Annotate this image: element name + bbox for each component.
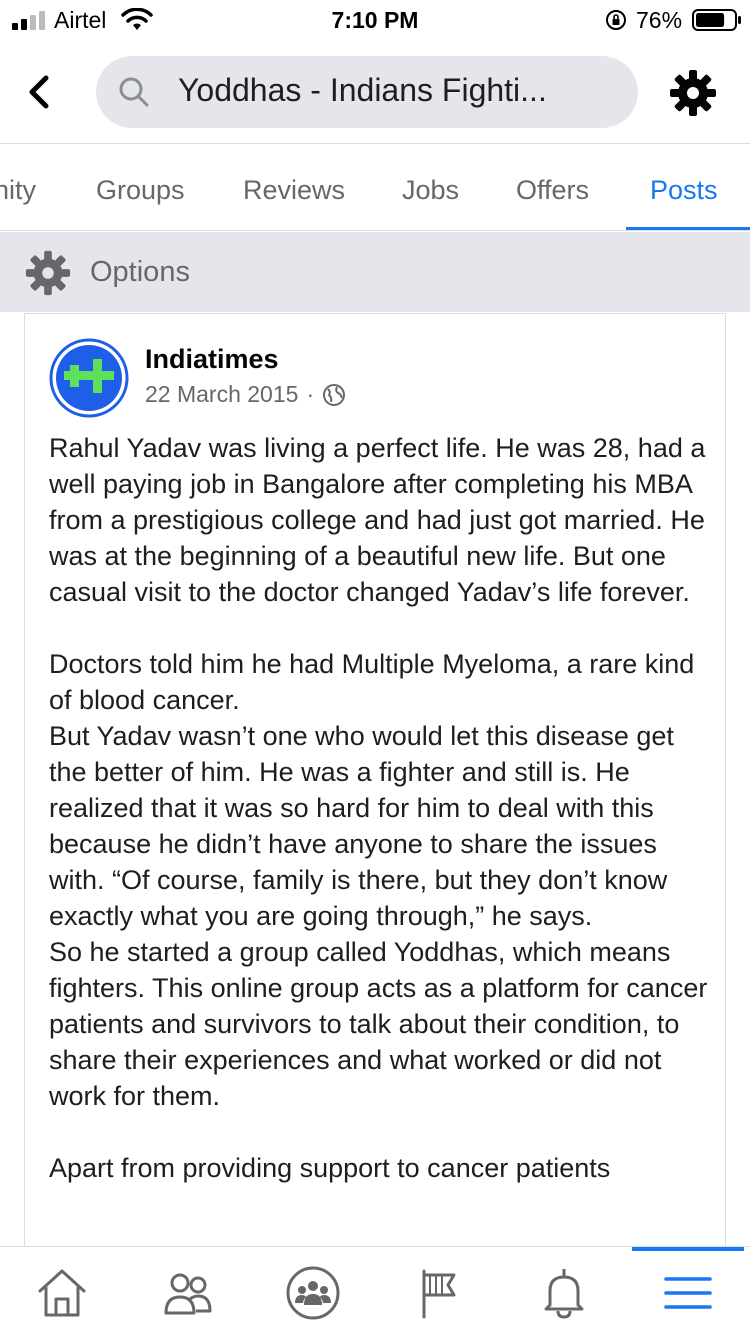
chevron-left-icon[interactable] bbox=[20, 70, 60, 114]
home-icon[interactable] bbox=[34, 1265, 90, 1321]
friends-icon[interactable] bbox=[160, 1265, 216, 1321]
post-body: Rahul Yadav was living a perfect life. H… bbox=[49, 430, 709, 1186]
post-paragraph: Rahul Yadav was living a perfect life. H… bbox=[49, 433, 706, 607]
page-tabs: nity Groups Reviews Jobs Offers Posts bbox=[0, 145, 750, 231]
globe-icon bbox=[323, 383, 346, 406]
post-meta: 22 March 2015 · bbox=[145, 381, 346, 408]
search-bar[interactable]: Yoddhas - Indians Fighti... bbox=[96, 56, 638, 128]
status-bar: Airtel 7:10 PM 76% bbox=[0, 0, 750, 40]
avatar[interactable] bbox=[49, 338, 129, 418]
tab-offers[interactable]: Offers bbox=[516, 175, 589, 206]
tab-groups[interactable]: Groups bbox=[96, 175, 185, 206]
post-date[interactable]: 22 March 2015 bbox=[145, 381, 298, 408]
options-button[interactable]: Options bbox=[0, 232, 750, 312]
orientation-lock-icon bbox=[606, 10, 626, 30]
meta-separator: · bbox=[306, 381, 315, 407]
gear-icon[interactable] bbox=[668, 68, 718, 118]
post-card: Indiatimes 22 March 2015 · Rahul Yadav w… bbox=[24, 313, 726, 1253]
active-tab-indicator bbox=[626, 227, 750, 230]
pages-flag-icon[interactable] bbox=[410, 1265, 466, 1321]
gear-icon bbox=[25, 250, 71, 296]
post-paragraph: Doctors told him he had Multiple Myeloma… bbox=[49, 649, 708, 1111]
menu-icon[interactable] bbox=[660, 1265, 716, 1321]
tab-reviews[interactable]: Reviews bbox=[243, 175, 345, 206]
bottom-nav bbox=[0, 1246, 750, 1334]
battery-icon bbox=[692, 9, 741, 31]
battery-percent: 76% bbox=[636, 7, 683, 33]
groups-icon[interactable] bbox=[285, 1265, 341, 1321]
options-label: Options bbox=[90, 256, 190, 288]
search-icon bbox=[119, 77, 149, 107]
post-paragraph: Apart from providing support to cancer p… bbox=[49, 1153, 611, 1183]
tab-community[interactable]: nity bbox=[0, 175, 36, 206]
active-nav-indicator bbox=[632, 1247, 744, 1251]
notifications-bell-icon[interactable] bbox=[536, 1265, 592, 1321]
tab-posts[interactable]: Posts bbox=[650, 175, 718, 206]
tab-jobs[interactable]: Jobs bbox=[402, 175, 459, 206]
post-author-name[interactable]: Indiatimes bbox=[145, 344, 279, 375]
page-header: Yoddhas - Indians Fighti... bbox=[0, 40, 750, 144]
search-query-text: Yoddhas - Indians Fighti... bbox=[178, 72, 547, 108]
